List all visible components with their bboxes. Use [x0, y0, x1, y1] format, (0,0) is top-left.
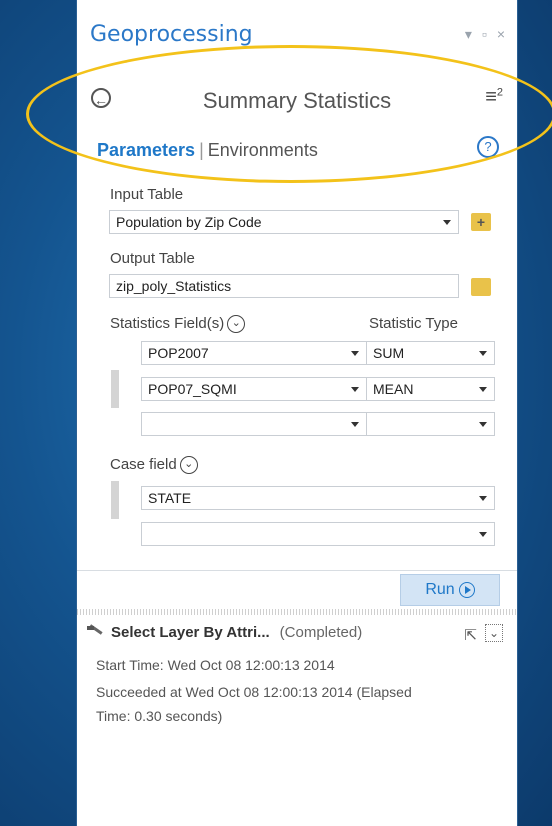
add-data-icon[interactable]: +	[471, 213, 491, 231]
stats-fields-label: Statistics Field(s) ⌄	[110, 315, 246, 334]
chevron-down-icon	[479, 496, 487, 501]
pin-icon[interactable]: ▫	[482, 26, 487, 43]
tab-parameters[interactable]: Parameters	[97, 140, 195, 160]
pane-titlebar: Geoprocessing ▾ ▫ ×	[77, 0, 517, 72]
stat-type-select[interactable]	[366, 412, 495, 436]
expand-chevron-icon[interactable]: ⌄	[179, 456, 198, 475]
case-field-select[interactable]: STATE	[141, 486, 495, 510]
hammer-icon	[87, 626, 105, 640]
chevron-down-icon	[443, 220, 451, 225]
chevron-down-icon	[351, 387, 359, 392]
case-field-select[interactable]	[141, 522, 495, 546]
play-icon	[458, 581, 475, 598]
tool-header: ← Summary Statistics ≡2	[77, 80, 517, 120]
row-drag-handle[interactable]	[111, 370, 119, 408]
output-table-value: zip_poly_Statistics	[116, 278, 232, 294]
collapse-icon[interactable]: ⌄	[485, 624, 503, 642]
input-table-label: Input Table	[110, 186, 184, 203]
menu-icon[interactable]: ≡2	[485, 86, 503, 109]
message-line: Succeeded at Wed Oct 08 12:00:13 2014 (E…	[96, 684, 412, 700]
window-controls: ▾ ▫ ×	[465, 26, 505, 43]
divider	[77, 570, 517, 571]
help-icon[interactable]: ?	[477, 136, 499, 158]
chevron-down-icon	[479, 532, 487, 537]
message-header: Select Layer By Attri... (Completed)	[87, 624, 362, 641]
output-table-input[interactable]: zip_poly_Statistics	[109, 274, 459, 298]
input-table-select[interactable]: Population by Zip Code	[109, 210, 459, 234]
tool-title: Summary Statistics	[202, 88, 392, 113]
chevron-down-icon	[351, 351, 359, 356]
input-table-value: Population by Zip Code	[116, 214, 262, 230]
chevron-down-icon	[479, 351, 487, 356]
stats-field-select[interactable]	[141, 412, 367, 436]
stat-type-label: Statistic Type	[369, 315, 458, 332]
folder-icon[interactable]	[471, 278, 491, 296]
chevron-down-icon	[479, 387, 487, 392]
stat-type-select[interactable]: SUM	[366, 341, 495, 365]
message-line: Time: 0.30 seconds)	[96, 708, 223, 724]
open-history-icon[interactable]: ⇱	[464, 626, 477, 644]
run-button[interactable]: Run	[400, 574, 500, 606]
dropdown-icon[interactable]: ▾	[465, 26, 472, 43]
case-field-label: Case field ⌄	[110, 456, 198, 475]
expand-chevron-icon[interactable]: ⌄	[227, 315, 246, 334]
chevron-down-icon	[479, 422, 487, 427]
close-icon[interactable]: ×	[497, 26, 505, 43]
row-drag-handle[interactable]	[111, 481, 119, 519]
stats-field-select[interactable]: POP07_SQMI	[141, 377, 367, 401]
stats-field-select[interactable]: POP2007	[141, 341, 367, 365]
chevron-down-icon	[351, 422, 359, 427]
tab-environments[interactable]: Environments	[208, 140, 318, 160]
pane-title: Geoprocessing	[90, 22, 253, 47]
stat-type-select[interactable]: MEAN	[366, 377, 495, 401]
message-line: Start Time: Wed Oct 08 12:00:13 2014	[96, 657, 335, 673]
splitter[interactable]	[77, 609, 517, 615]
tab-bar: Parameters | Environments	[97, 140, 318, 161]
output-table-label: Output Table	[110, 250, 195, 267]
geoprocessing-pane: Geoprocessing ▾ ▫ × ← Summary Statistics…	[76, 0, 518, 826]
tab-separator: |	[199, 140, 204, 160]
